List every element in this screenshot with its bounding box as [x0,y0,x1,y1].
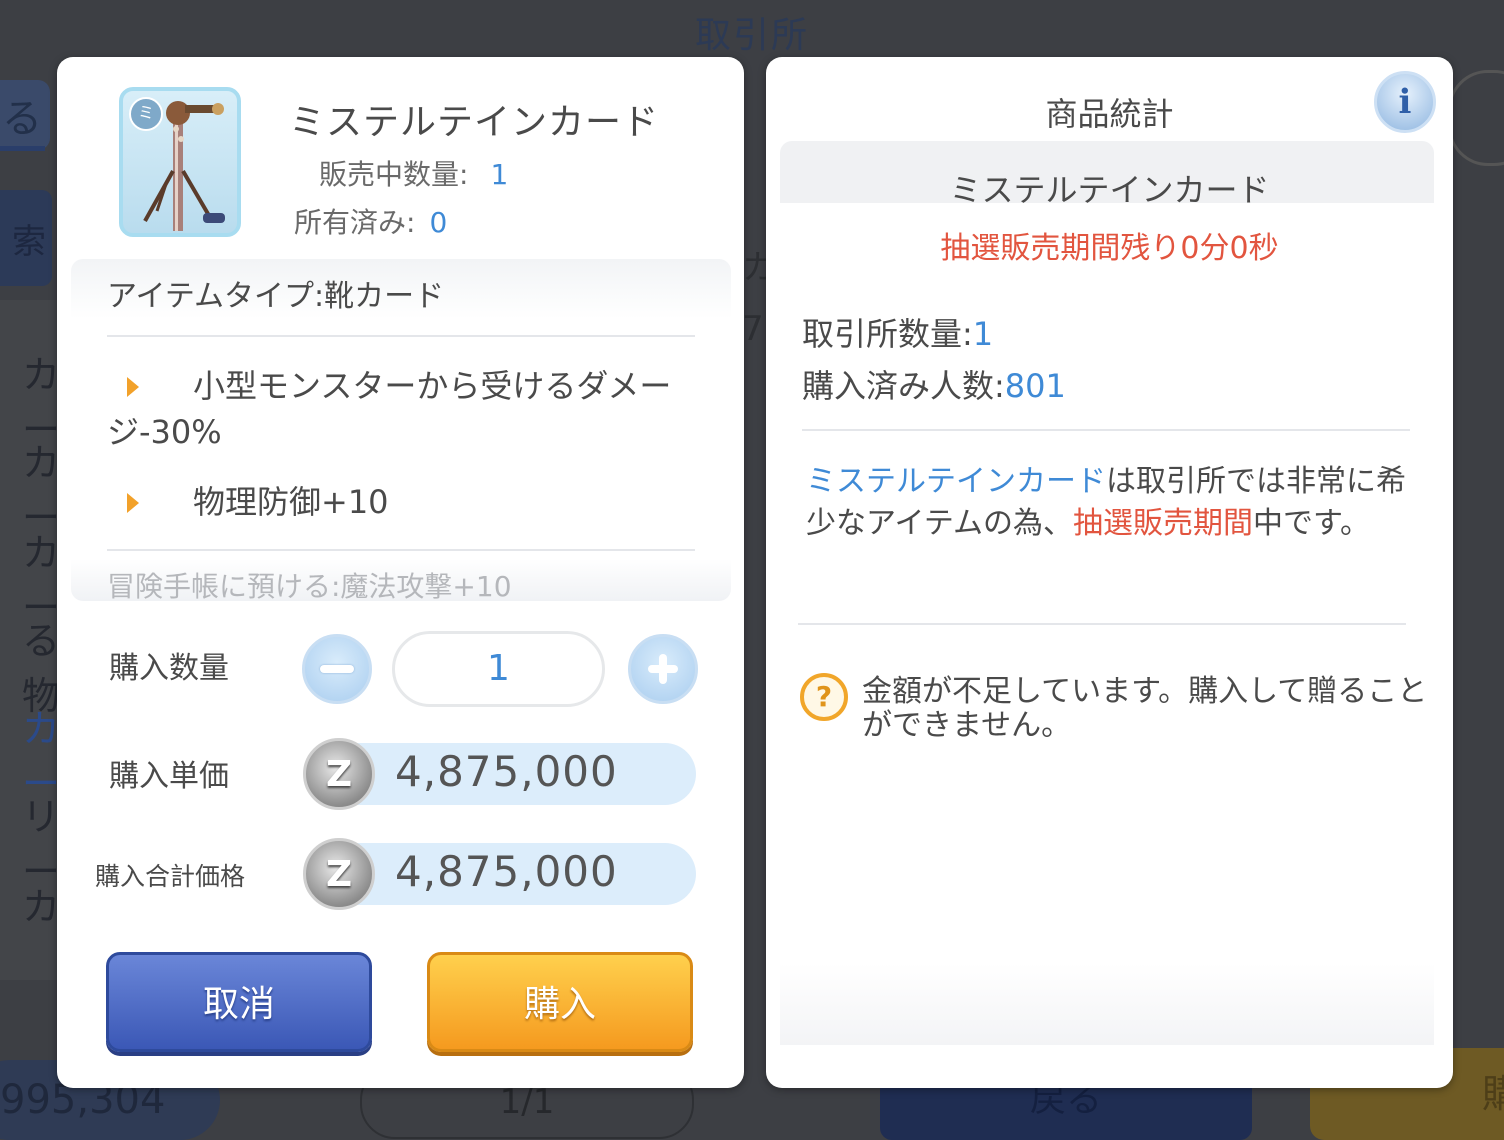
mistelteinn-card-icon: ミ [119,87,241,237]
on-sale-value: 1 [490,158,509,191]
total-price-value: 4,875,000 [395,847,618,896]
purchase-panel: ミ ミステルテインカード 販売中数量: 1 所有済み: 0 アイテムタイプ:靴カード… [57,57,744,1088]
statistics-title: 商品統計 [1045,95,1174,133]
triangle-bullet-icon [127,377,139,397]
adventure-note: 冒険手帳に預ける:魔法攻撃+10 [107,570,512,601]
divider [107,335,695,337]
background-search-button: 索 [0,190,52,286]
divider [107,549,695,551]
notice-text-end: 中です。 [1253,506,1370,541]
total-price-label: 購入合計価格 [95,862,246,891]
minus-icon [320,665,354,673]
on-sale-quantity: 販売中数量: 1 [319,153,508,193]
owned-quantity: 所有済み: 0 [294,201,447,241]
owned-value: 0 [429,206,448,239]
effect-line: ジ-30% [107,413,222,451]
on-sale-label: 販売中数量: [319,158,469,191]
zeny-coin-icon: Z [303,738,375,810]
minus-button[interactable] [302,634,372,704]
background-tab-underline [0,146,45,151]
exchange-quantity-label: 取引所数量: [802,315,973,353]
purchased-count-label: 購入済み人数: [802,367,1005,405]
quantity-input[interactable]: 1 [392,631,605,707]
effect-line: 小型モンスターから受けるダメー [193,367,672,405]
background-tab: る [0,80,50,150]
notice-item-name: ミステルテインカード [806,464,1106,499]
exchange-quantity: 取引所数量:1 [802,309,993,355]
quantity-label: 購入数量 [109,651,229,686]
question-icon: ? [800,673,848,721]
cancel-button[interactable]: 取消 [106,952,372,1052]
background-category-list: カー カー カー る物 カー リー カ [0,300,60,980]
buy-button[interactable]: 購入 [427,952,693,1052]
statistics-item-name: ミステルテインカード [949,171,1270,209]
unit-price-value: 4,875,000 [395,747,618,796]
lottery-countdown: 抽選販売期間残り0分0秒 [940,231,1279,266]
item-name: ミステルテインカード [289,102,660,143]
plus-button[interactable] [628,634,698,704]
exchange-title: 取引所 [694,15,809,56]
insufficient-funds-warning: 金額が不足しています。購入して贈ることができません。 [862,674,1428,743]
purchased-count-value: 801 [1004,367,1066,405]
divider [802,429,1410,431]
info-icon[interactable]: i [1374,71,1436,133]
background-list-item: カ [21,885,60,929]
unit-price-label: 購入単価 [109,759,229,794]
item-description[interactable]: アイテムタイプ:靴カード 小型モンスターから受けるダメー ジ-30% 物理防御+… [71,259,731,601]
owned-label: 所有済み: [294,206,416,239]
statistics-panel: 商品統計 i ミステルテインカード 抽選販売期間残り0分0秒 取引所数量:1 購… [766,57,1453,1088]
zeny-coin-icon: Z [303,838,375,910]
effect-line: 物理防御+10 [193,483,389,521]
card-badge-icon: ミ [129,97,163,131]
exchange-quantity-value: 1 [972,315,994,353]
plus-icon [648,654,678,684]
background-arc [1448,70,1504,166]
triangle-bullet-icon [127,493,139,513]
divider [798,623,1406,625]
purchased-count: 購入済み人数:801 [802,361,1066,407]
item-type: アイテムタイプ:靴カード [107,279,445,314]
notice-period: 抽選販売期間 [1073,506,1253,541]
lottery-notice: ミステルテインカードは取引所では非常に希少なアイテムの為、抽選販売期間中です。 [806,461,1426,545]
